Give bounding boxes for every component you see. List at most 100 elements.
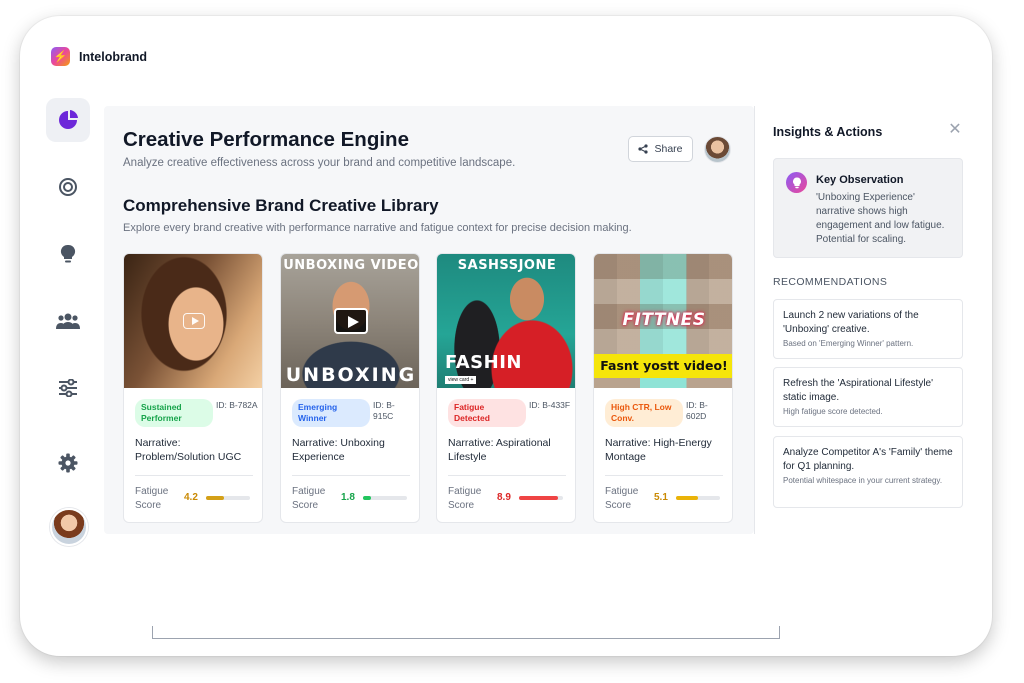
fatigue-value: 1.8 <box>341 492 355 503</box>
recommendation-subtitle: High fatigue score detected. <box>783 407 883 416</box>
page-title: Creative Performance Engine <box>123 128 409 151</box>
status-badge-label: Emerging Winner <box>298 402 338 423</box>
divider <box>135 475 253 476</box>
insights-panel: Insights & Actions ✕ Key Observation 'Un… <box>754 106 992 534</box>
nav-audience[interactable] <box>46 299 90 343</box>
creative-thumbnail[interactable]: UNBOXING VIDEO UNBOXING <box>281 254 419 388</box>
nav-settings[interactable] <box>46 441 90 485</box>
fatigue-value: 4.2 <box>184 492 198 503</box>
fatigue-bar-fill <box>206 496 225 500</box>
observation-text: 'Unboxing Experience' narrative shows hi… <box>816 192 945 245</box>
fatigue-bar-fill <box>519 496 559 500</box>
lightbulb-icon <box>60 244 76 263</box>
thumb-headline: SASHSSJONE <box>457 258 557 273</box>
sliders-icon <box>59 379 77 397</box>
fatigue-bar <box>206 496 250 500</box>
library-title: Comprehensive Brand Creative Library <box>123 196 439 215</box>
key-observation-card: Key Observation 'Unboxing Experience' na… <box>773 158 963 258</box>
fatigue-bar <box>676 496 720 500</box>
stand-tick <box>779 626 780 639</box>
share-button[interactable]: Share <box>628 136 693 162</box>
user-avatar[interactable] <box>50 508 88 546</box>
creative-thumbnail[interactable] <box>124 254 262 388</box>
status-badge: High CTR, Low Conv. <box>605 399 683 427</box>
status-badge-label: Fatigue Detected <box>454 402 490 423</box>
recommendation-item[interactable]: Launch 2 new variations of the 'Unboxing… <box>773 299 963 359</box>
thumb-headline: FITTNES <box>622 310 706 330</box>
fatigue-label: Fatigue Score <box>605 486 639 511</box>
recommendation-item[interactable]: Refresh the 'Aspirational Lifestyle' sta… <box>773 367 963 427</box>
status-badge: Sustained Performer <box>135 399 213 427</box>
creative-id: ID: B-602D <box>686 400 708 421</box>
close-icon[interactable]: ✕ <box>947 122 963 138</box>
play-icon[interactable] <box>183 313 205 329</box>
analytics-icon <box>59 110 78 129</box>
thumb-headline: UNBOXING VIDEO <box>283 258 419 273</box>
fatigue-bar <box>519 496 563 500</box>
stand-tick <box>152 626 153 639</box>
play-icon[interactable] <box>334 308 368 334</box>
narrative-label: Narrative: Unboxing Experience <box>292 437 385 463</box>
page-subtitle: Analyze creative effectiveness across yo… <box>123 157 516 169</box>
divider <box>448 475 566 476</box>
fatigue-label: Fatigue Score <box>135 486 169 511</box>
fatigue-label: Fatigue Score <box>292 486 326 511</box>
brand[interactable]: ⚡ Intelobrand <box>51 47 147 66</box>
creative-thumbnail[interactable]: FITTNES Fasnt yostt video! <box>594 254 732 388</box>
fatigue-value: 5.1 <box>654 492 668 503</box>
recommendation-title: Analyze Competitor A's 'Family' theme fo… <box>783 447 953 472</box>
recommendations-heading: RECOMMENDATIONS <box>773 276 888 288</box>
nav-targets[interactable] <box>46 165 90 209</box>
narrative-label: Narrative: Problem/Solution UGC <box>135 437 242 463</box>
recommendation-title: Refresh the 'Aspirational Lifestyle' sta… <box>783 378 934 403</box>
stand-line <box>152 638 780 639</box>
app-window: ⚡ Intelobrand Creative Performance Engin… <box>20 16 992 656</box>
narrative-label: Narrative: Aspirational Lifestyle <box>448 437 551 463</box>
fatigue-bar-fill <box>676 496 699 500</box>
fatigue-value: 8.9 <box>497 492 511 503</box>
status-badge: Emerging Winner <box>292 399 370 427</box>
creative-card[interactable]: SASHSSJONE FASHIN view card + Fatigue De… <box>436 253 576 523</box>
library-subtitle: Explore every brand creative with perfor… <box>123 222 632 234</box>
status-badge: Fatigue Detected <box>448 399 526 427</box>
header-avatar[interactable] <box>704 136 731 163</box>
thumb-caption: Fasnt yostt video! <box>594 354 732 378</box>
share-icon <box>638 144 649 154</box>
narrative-label: Narrative: High-Energy Montage <box>605 437 712 463</box>
target-icon <box>59 178 77 196</box>
observation-title: Key Observation <box>816 174 904 186</box>
nav-ideas[interactable] <box>46 232 90 276</box>
recommendation-title: Launch 2 new variations of the 'Unboxing… <box>783 310 919 335</box>
main-content: Creative Performance Engine Analyze crea… <box>104 106 754 534</box>
thumb-caption: UNBOXING <box>285 364 417 386</box>
thumb-tag: view card + <box>445 376 477 384</box>
users-icon <box>56 313 80 329</box>
creative-id: ID: B-433F <box>529 400 571 410</box>
thumb-collage <box>594 254 732 354</box>
brand-name: Intelobrand <box>79 49 148 64</box>
recommendation-item[interactable]: Analyze Competitor A's 'Family' theme fo… <box>773 436 963 508</box>
nav-analytics[interactable] <box>46 98 90 142</box>
lightbulb-icon <box>786 172 807 193</box>
status-badge-label: Sustained Performer <box>141 402 182 423</box>
share-label: Share <box>654 143 683 155</box>
brand-logo-icon: ⚡ <box>51 47 70 66</box>
divider <box>292 475 410 476</box>
settings-icon <box>58 453 78 473</box>
creative-card[interactable]: FITTNES Fasnt yostt video! High CTR, Low… <box>593 253 733 523</box>
panel-title: Insights & Actions <box>773 125 883 139</box>
creative-id: ID: B-782A <box>216 400 258 410</box>
creative-card[interactable]: Sustained Performer ID: B-782A Narrative… <box>123 253 263 523</box>
nav-filters[interactable] <box>46 366 90 410</box>
recommendation-subtitle: Based on 'Emerging Winner' pattern. <box>783 339 914 348</box>
thumb-caption: FASHIN <box>445 352 522 373</box>
creative-thumbnail[interactable]: SASHSSJONE FASHIN view card + <box>437 254 575 388</box>
fatigue-bar-fill <box>363 496 371 500</box>
recommendation-subtitle: Potential whitespace in your current str… <box>783 476 943 485</box>
fatigue-label: Fatigue Score <box>448 486 482 511</box>
fatigue-bar <box>363 496 407 500</box>
creative-id: ID: B-915C <box>373 400 395 421</box>
status-badge-label: High CTR, Low Conv. <box>611 402 672 423</box>
creative-card[interactable]: UNBOXING VIDEO UNBOXING Emerging Winner … <box>280 253 420 523</box>
divider <box>605 475 723 476</box>
